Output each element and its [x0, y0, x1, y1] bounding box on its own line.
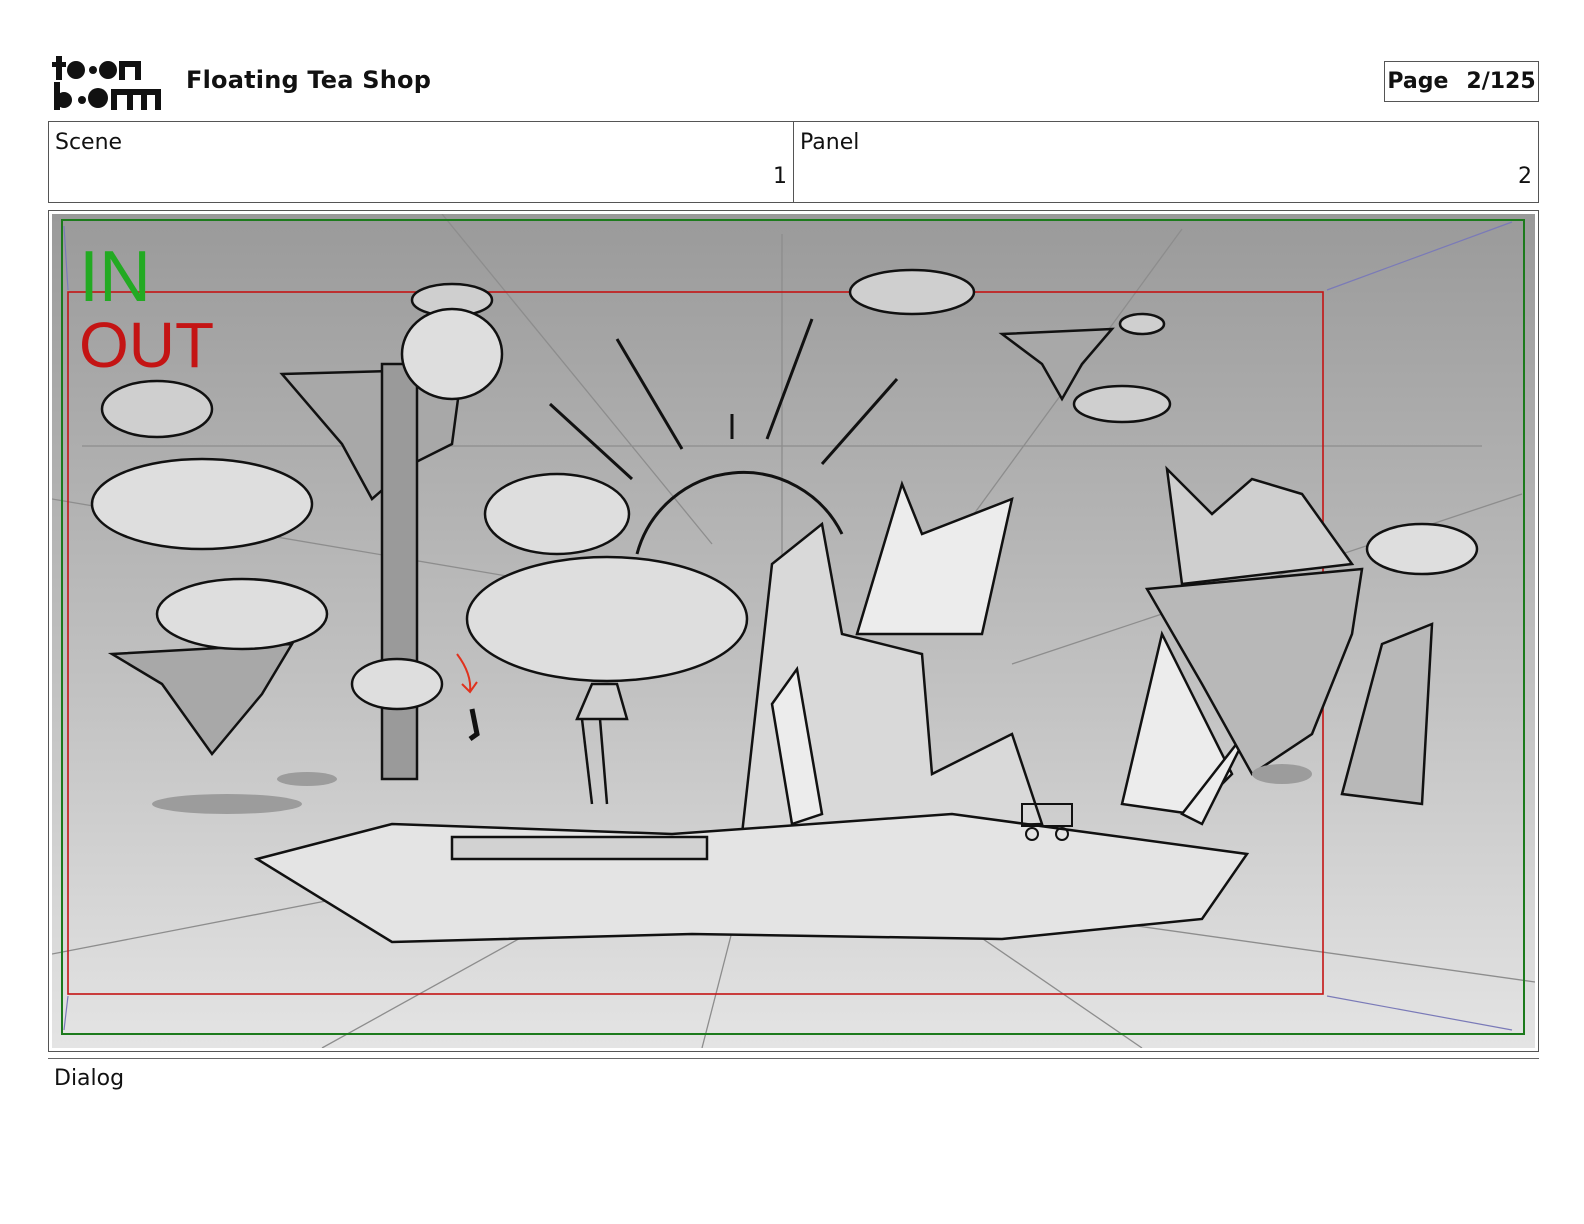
scene-label: Scene: [55, 130, 123, 155]
panel-sketch: [52, 214, 1535, 1048]
dialog-divider: [48, 1058, 1539, 1059]
panel-number: 2: [1518, 164, 1532, 189]
toonboom-logo: [52, 52, 164, 112]
panel-label: Panel: [800, 130, 860, 155]
scene-number: 1: [773, 164, 787, 189]
panel-cell: Panel 2: [793, 122, 1538, 202]
scene-cell: Scene 1: [49, 122, 793, 202]
main-island-ground: [253, 812, 1250, 944]
project-title: Floating Tea Shop: [186, 66, 432, 94]
storyboard-panel[interactable]: IN OUT: [48, 210, 1539, 1052]
dialog-label: Dialog: [54, 1066, 125, 1091]
page-number: 2/125: [1466, 69, 1536, 94]
scene-panel-info: Scene 1 Panel 2: [48, 121, 1539, 203]
page-indicator: Page 2/125: [1384, 61, 1539, 102]
page-label: Page: [1387, 69, 1449, 94]
in-field-label: IN: [79, 237, 151, 317]
out-field-label: OUT: [79, 309, 215, 381]
